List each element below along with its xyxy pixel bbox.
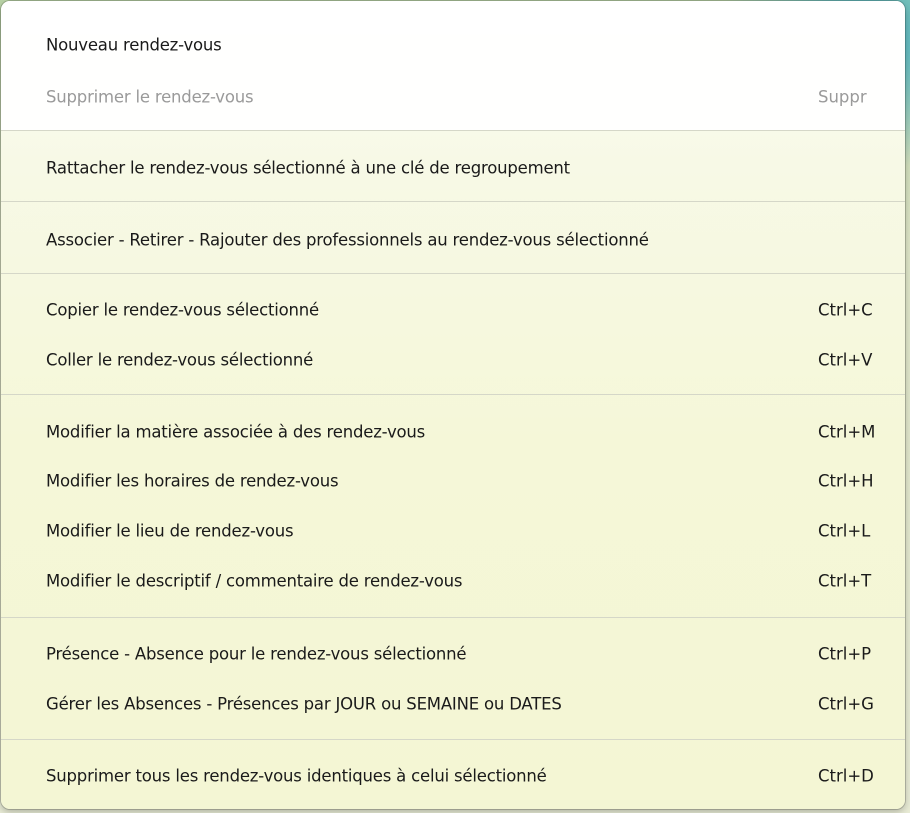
menu-item-label: Modifier le descriptif / commentaire de …	[46, 571, 463, 590]
menu-item-shortcut: Ctrl+G	[818, 694, 874, 713]
menu-separator	[1, 739, 905, 740]
menu-item-shortcut: Suppr	[818, 87, 867, 106]
menu-item-label: Présence - Absence pour le rendez-vous s…	[46, 644, 467, 663]
menu-item-gerer-absences[interactable]: Gérer les Absences - Présences par JOUR …	[1, 679, 905, 728]
menu-item-shortcut: Ctrl+L	[818, 521, 871, 540]
menu-item-supprimer-rendez-vous[interactable]: Supprimer le rendez-vous Suppr	[1, 72, 905, 121]
menu-item-associer-professionnels[interactable]: Associer - Retirer - Rajouter des profes…	[1, 215, 905, 264]
menu-item-label: Associer - Retirer - Rajouter des profes…	[46, 230, 649, 249]
menu-item-label: Modifier la matière associée à des rende…	[46, 422, 426, 441]
context-menu: Nouveau rendez-vous Supprimer le rendez-…	[1, 1, 905, 809]
menu-item-shortcut: Ctrl+T	[818, 571, 872, 590]
menu-separator	[1, 394, 905, 395]
menu-separator	[1, 130, 905, 131]
menu-item-label: Rattacher le rendez-vous sélectionné à u…	[46, 158, 570, 177]
menu-item-modifier-lieu[interactable]: Modifier le lieu de rendez-vous Ctrl+L	[1, 506, 905, 555]
menu-item-label: Supprimer le rendez-vous	[46, 87, 254, 106]
menu-item-shortcut: Ctrl+V	[818, 350, 873, 369]
menu-item-supprimer-identiques[interactable]: Supprimer tous les rendez-vous identique…	[1, 751, 905, 800]
menu-item-nouveau-rendez-vous[interactable]: Nouveau rendez-vous	[1, 20, 905, 69]
menu-item-shortcut: Ctrl+M	[818, 422, 876, 441]
menu-item-label: Copier le rendez-vous sélectionné	[46, 300, 319, 319]
menu-separator	[1, 201, 905, 202]
menu-item-copier-rendez-vous[interactable]: Copier le rendez-vous sélectionné Ctrl+C	[1, 285, 905, 334]
menu-item-label: Modifier le lieu de rendez-vous	[46, 521, 294, 540]
menu-item-coller-rendez-vous[interactable]: Coller le rendez-vous sélectionné Ctrl+V	[1, 335, 905, 384]
menu-item-shortcut: Ctrl+P	[818, 644, 872, 663]
menu-separator	[1, 273, 905, 274]
menu-separator	[1, 617, 905, 618]
menu-item-label: Modifier les horaires de rendez-vous	[46, 471, 339, 490]
menu-item-modifier-matiere[interactable]: Modifier la matière associée à des rende…	[1, 407, 905, 456]
menu-item-shortcut: Ctrl+D	[818, 766, 874, 785]
menu-item-presence-absence[interactable]: Présence - Absence pour le rendez-vous s…	[1, 629, 905, 678]
menu-item-shortcut: Ctrl+C	[818, 300, 873, 319]
menu-item-modifier-descriptif[interactable]: Modifier le descriptif / commentaire de …	[1, 556, 905, 605]
menu-item-label: Supprimer tous les rendez-vous identique…	[46, 766, 547, 785]
menu-item-label: Nouveau rendez-vous	[46, 35, 222, 54]
menu-item-modifier-horaires[interactable]: Modifier les horaires de rendez-vous Ctr…	[1, 456, 905, 505]
menu-item-rattacher-cle-regroupement[interactable]: Rattacher le rendez-vous sélectionné à u…	[1, 143, 905, 192]
menu-item-shortcut: Ctrl+H	[818, 471, 874, 490]
menu-item-label: Gérer les Absences - Présences par JOUR …	[46, 694, 562, 713]
menu-item-label: Coller le rendez-vous sélectionné	[46, 350, 314, 369]
